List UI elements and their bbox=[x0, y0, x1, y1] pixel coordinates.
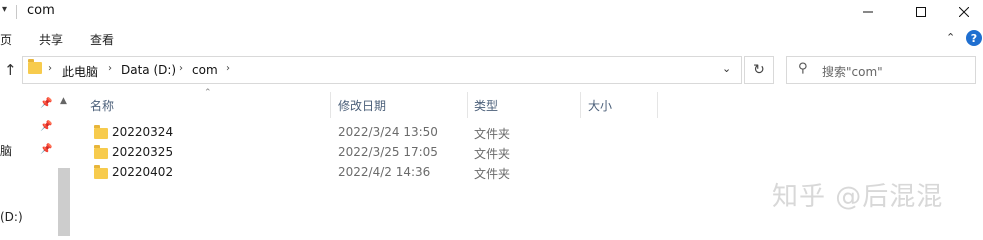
column-divider[interactable] bbox=[467, 92, 468, 118]
close-button[interactable] bbox=[944, 0, 983, 24]
refresh-button[interactable]: ↻ bbox=[744, 56, 774, 84]
search-placeholder: 搜索"com" bbox=[822, 65, 883, 79]
watermark: 知乎 @后混混 bbox=[772, 182, 944, 212]
file-type: 文件夹 bbox=[474, 147, 511, 161]
title-bar bbox=[0, 0, 983, 24]
file-date: 2022/4/2 14:36 bbox=[338, 165, 431, 179]
folder-icon bbox=[94, 125, 108, 139]
folder-icon bbox=[94, 165, 108, 179]
search-icon: ⚲ bbox=[798, 61, 808, 76]
close-icon bbox=[958, 7, 969, 17]
column-header-name[interactable]: 名称 bbox=[90, 97, 114, 114]
maximize-button[interactable] bbox=[898, 0, 944, 24]
window-title: com bbox=[27, 3, 55, 18]
up-arrow-icon[interactable]: ↑ bbox=[4, 61, 17, 79]
file-type: 文件夹 bbox=[474, 167, 511, 181]
column-divider[interactable] bbox=[330, 92, 331, 118]
address-dropdown-icon[interactable]: ⌄ bbox=[722, 62, 731, 75]
folder-icon bbox=[28, 59, 42, 74]
breadcrumb-com[interactable]: com bbox=[192, 63, 218, 77]
nav-item-drive[interactable]: (D:) bbox=[0, 210, 23, 224]
minimize-button[interactable] bbox=[845, 0, 891, 24]
scroll-up-icon[interactable]: ▲ bbox=[60, 96, 67, 106]
breadcrumb-this-pc[interactable]: 此电脑 bbox=[62, 63, 98, 80]
pin-icon[interactable]: 📌 bbox=[40, 144, 52, 155]
breadcrumb-chevron-icon[interactable]: › bbox=[179, 63, 183, 74]
breadcrumb-chevron-icon[interactable]: › bbox=[226, 63, 230, 74]
tab-view[interactable]: 查看 bbox=[90, 31, 114, 48]
sort-ascending-icon: ⌃ bbox=[204, 88, 212, 98]
pin-icon[interactable]: 📌 bbox=[40, 121, 52, 132]
maximize-icon bbox=[916, 7, 926, 17]
file-date: 2022/3/24 13:50 bbox=[338, 125, 438, 139]
column-header-date[interactable]: 修改日期 bbox=[338, 97, 386, 114]
file-name[interactable]: 20220324 bbox=[112, 125, 173, 139]
minimize-icon bbox=[863, 11, 873, 13]
pin-icon[interactable]: 📌 bbox=[40, 98, 52, 109]
quick-access-dropdown-icon[interactable]: ▾ bbox=[2, 4, 7, 15]
file-date: 2022/3/25 17:05 bbox=[338, 145, 438, 159]
tab-share[interactable]: 共享 bbox=[39, 31, 63, 48]
breadcrumb-data-drive[interactable]: Data (D:) bbox=[121, 63, 176, 77]
file-name[interactable]: 20220325 bbox=[112, 145, 173, 159]
file-name[interactable]: 20220402 bbox=[112, 165, 173, 179]
titlebar-divider bbox=[16, 5, 17, 19]
column-header-type[interactable]: 类型 bbox=[474, 97, 498, 114]
refresh-icon: ↻ bbox=[753, 62, 765, 78]
folder-icon bbox=[94, 145, 108, 159]
nav-item-this-pc[interactable]: 脑 bbox=[0, 142, 12, 159]
column-divider[interactable] bbox=[580, 92, 581, 118]
column-divider[interactable] bbox=[657, 92, 658, 118]
ribbon-collapse-icon[interactable]: ⌃ bbox=[946, 31, 955, 44]
tab-home[interactable]: 页 bbox=[0, 31, 12, 48]
breadcrumb-chevron-icon[interactable]: › bbox=[108, 63, 112, 74]
ribbon-tab-bar bbox=[0, 24, 983, 51]
breadcrumb-chevron-icon[interactable]: › bbox=[48, 63, 52, 74]
help-icon[interactable]: ? bbox=[966, 30, 982, 46]
column-header-size[interactable]: 大小 bbox=[588, 97, 612, 114]
file-type: 文件夹 bbox=[474, 127, 511, 141]
nav-scrollbar[interactable] bbox=[58, 168, 70, 236]
